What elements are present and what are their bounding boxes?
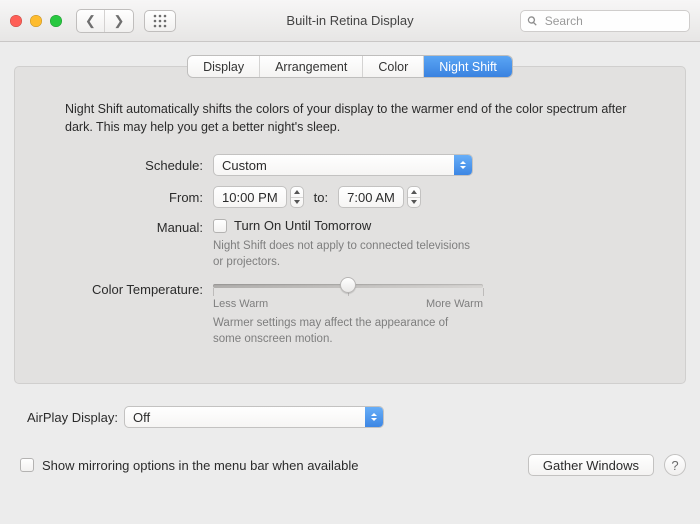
bottom-area: AirPlay Display: Off bbox=[0, 396, 700, 452]
minimize-icon[interactable] bbox=[30, 15, 42, 27]
schedule-value: Custom bbox=[214, 158, 293, 173]
tab-display[interactable]: Display bbox=[188, 56, 260, 77]
airplay-select[interactable]: Off bbox=[124, 406, 384, 428]
manual-label: Manual: bbox=[53, 218, 213, 235]
content-area: Display Arrangement Color Night Shift Ni… bbox=[0, 42, 700, 396]
from-time-stepper[interactable]: 10:00 PM bbox=[213, 186, 304, 208]
mirroring-checkbox-label: Show mirroring options in the menu bar w… bbox=[42, 458, 359, 473]
grid-icon bbox=[153, 14, 167, 28]
stepper-up-icon[interactable] bbox=[291, 187, 303, 198]
slider-thumb[interactable] bbox=[340, 277, 356, 293]
tab-color[interactable]: Color bbox=[363, 56, 424, 77]
from-stepper-arrows[interactable] bbox=[290, 186, 304, 208]
airplay-label: AirPlay Display: bbox=[14, 410, 124, 425]
help-button[interactable]: ? bbox=[664, 454, 686, 476]
mirroring-checkbox[interactable] bbox=[20, 458, 34, 472]
schedule-label: Schedule: bbox=[53, 158, 213, 173]
back-button[interactable]: ❮ bbox=[77, 10, 105, 32]
row-airplay: AirPlay Display: Off bbox=[14, 406, 686, 428]
search-field[interactable] bbox=[520, 10, 690, 32]
show-all-button[interactable] bbox=[144, 10, 176, 32]
manual-checkbox-label: Turn On Until Tomorrow bbox=[234, 218, 371, 233]
slider-more-label: More Warm bbox=[426, 298, 483, 310]
tab-night-shift[interactable]: Night Shift bbox=[424, 56, 512, 77]
slider-less-label: Less Warm bbox=[213, 298, 268, 310]
color-temperature-hint: Warmer settings may affect the appearanc… bbox=[213, 316, 473, 347]
from-label: From: bbox=[53, 190, 213, 205]
to-label: to: bbox=[314, 190, 328, 205]
search-icon bbox=[527, 15, 538, 27]
stepper-down-icon[interactable] bbox=[408, 198, 420, 208]
footer: Show mirroring options in the menu bar w… bbox=[0, 452, 700, 490]
to-time-value[interactable]: 7:00 AM bbox=[338, 186, 404, 208]
color-temperature-slider[interactable]: Less Warm More Warm bbox=[213, 280, 483, 310]
chevron-updown-icon bbox=[454, 155, 472, 175]
nav-buttons: ❮ ❯ bbox=[76, 9, 134, 33]
to-time-stepper[interactable]: 7:00 AM bbox=[338, 186, 421, 208]
manual-checkbox[interactable] bbox=[213, 219, 227, 233]
night-shift-description: Night Shift automatically shifts the col… bbox=[65, 101, 635, 136]
titlebar: ❮ ❯ Built-in Retina Display bbox=[0, 0, 700, 42]
row-schedule: Schedule: Custom bbox=[53, 154, 647, 176]
airplay-value: Off bbox=[125, 410, 176, 425]
close-icon[interactable] bbox=[10, 15, 22, 27]
row-color-temperature: Color Temperature: Less Warm More Warm W… bbox=[53, 280, 647, 347]
color-temperature-label: Color Temperature: bbox=[53, 280, 213, 297]
from-time-value[interactable]: 10:00 PM bbox=[213, 186, 287, 208]
tab-bar: Display Arrangement Color Night Shift bbox=[188, 56, 512, 77]
slider-labels: Less Warm More Warm bbox=[213, 298, 483, 310]
window-controls bbox=[10, 15, 62, 27]
chevron-updown-icon bbox=[365, 407, 383, 427]
stepper-down-icon[interactable] bbox=[291, 198, 303, 208]
tab-arrangement[interactable]: Arrangement bbox=[260, 56, 363, 77]
to-stepper-arrows[interactable] bbox=[407, 186, 421, 208]
schedule-select[interactable]: Custom bbox=[213, 154, 473, 176]
manual-hint: Night Shift does not apply to connected … bbox=[213, 239, 473, 270]
zoom-icon[interactable] bbox=[50, 15, 62, 27]
stepper-up-icon[interactable] bbox=[408, 187, 420, 198]
night-shift-panel: Night Shift automatically shifts the col… bbox=[14, 66, 686, 384]
slider-track bbox=[213, 284, 483, 288]
row-from-to: From: 10:00 PM to: 7:00 AM bbox=[53, 186, 647, 208]
gather-windows-button[interactable]: Gather Windows bbox=[528, 454, 654, 476]
row-manual: Manual: Turn On Until Tomorrow Night Shi… bbox=[53, 218, 647, 270]
search-input[interactable] bbox=[543, 13, 683, 29]
forward-button[interactable]: ❯ bbox=[105, 10, 133, 32]
